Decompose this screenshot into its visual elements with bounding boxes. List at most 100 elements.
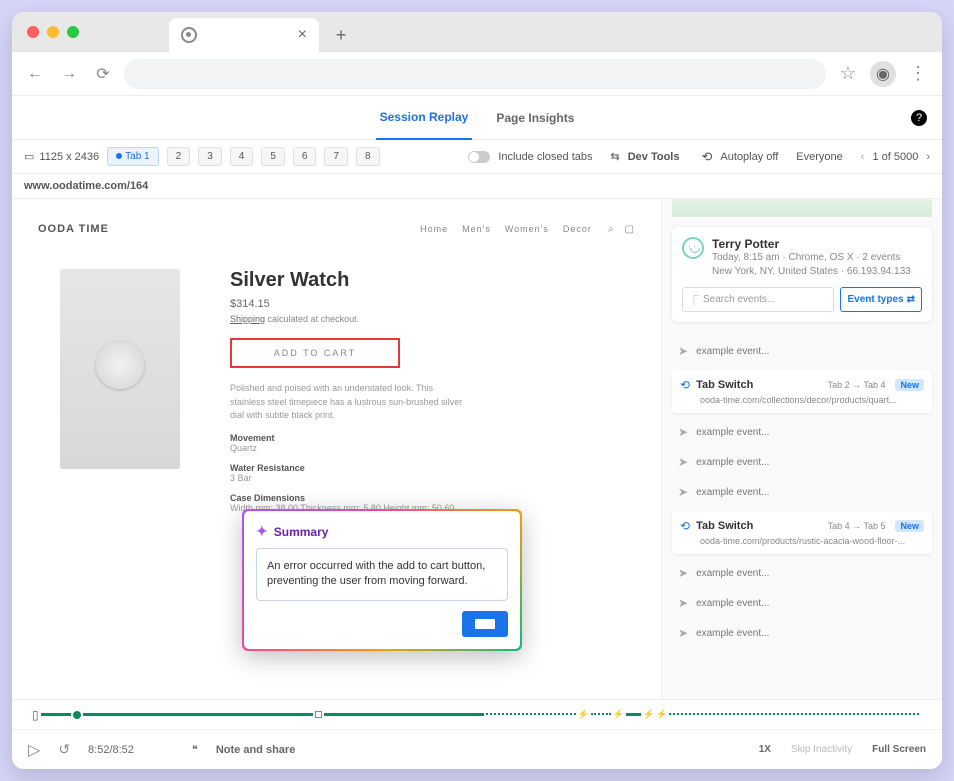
- event-tab-switch[interactable]: ⟲ Tab Switch Tab 4 → Tab 5 New ooda-time…: [672, 511, 932, 554]
- summary-action-button[interactable]: [462, 611, 508, 637]
- tab-page-insights[interactable]: Page Insights: [492, 97, 578, 139]
- product-title: Silver Watch: [230, 269, 633, 292]
- session-tab-7[interactable]: 7: [324, 147, 348, 166]
- replay-viewport: OODA TIME Home Men's Women's Decor ⌕ ▢: [12, 199, 662, 699]
- pagination-prev-icon[interactable]: ‹: [861, 151, 865, 163]
- event-item[interactable]: ➤example event...: [672, 417, 932, 447]
- browser-tab-active[interactable]: ×: [169, 18, 319, 52]
- cursor-icon: ➤: [678, 566, 688, 580]
- tab-switch-range: Tab 2 → Tab 4: [828, 380, 886, 390]
- reload-button[interactable]: ⟳: [90, 61, 116, 87]
- url-input[interactable]: [124, 59, 826, 89]
- cursor-icon: ➤: [678, 596, 688, 610]
- event-item[interactable]: ➤example event...: [672, 618, 932, 648]
- user-name: Terry Potter: [712, 237, 911, 251]
- event-item[interactable]: ➤example event...: [672, 336, 932, 366]
- session-tab-8[interactable]: 8: [356, 147, 380, 166]
- store-nav-mens[interactable]: Men's: [462, 224, 491, 234]
- swap-icon: ⟲: [680, 378, 690, 392]
- summary-title-text: Summary: [274, 525, 329, 539]
- play-button[interactable]: ▷: [28, 740, 40, 760]
- timeline[interactable]: ▯ ⚡ ⚡ ⚡ ⚡: [12, 699, 942, 729]
- session-tab-6[interactable]: 6: [293, 147, 317, 166]
- sliders-icon: ⇄: [907, 294, 915, 305]
- profile-avatar-icon[interactable]: ◉: [870, 61, 896, 87]
- spec-case-label: Case Dimensions: [230, 493, 633, 503]
- dev-tools-button[interactable]: Dev Tools: [628, 151, 680, 163]
- user-meta-1: Today, 8:15 am · Chrome, OS X · 2 events: [712, 251, 911, 265]
- close-window-button[interactable]: [27, 26, 39, 38]
- back-button[interactable]: ←: [22, 61, 48, 87]
- viewport-dimensions: ▭ 1125 x 2436: [24, 150, 99, 163]
- forward-button[interactable]: →: [56, 61, 82, 87]
- bookmark-icon[interactable]: ☆: [834, 63, 862, 84]
- store-nav-home[interactable]: Home: [420, 224, 448, 234]
- main-nav-tabs: Session Replay Page Insights ?: [12, 96, 942, 140]
- user-card: Terry Potter Today, 8:15 am · Chrome, OS…: [672, 227, 932, 322]
- event-types-button[interactable]: Event types⇄: [840, 287, 922, 312]
- user-meta-2: New York, NY, United States · 66.193.94.…: [712, 265, 911, 279]
- bolt-icon: ⚡: [613, 709, 624, 720]
- pagination-next-icon[interactable]: ›: [926, 151, 930, 163]
- event-item[interactable]: ➤example event...: [672, 477, 932, 507]
- new-tab-button[interactable]: +: [327, 21, 355, 49]
- help-icon[interactable]: ?: [911, 110, 927, 126]
- summary-body: An error occurred with the add to cart b…: [256, 548, 508, 601]
- event-marker[interactable]: [315, 711, 322, 718]
- session-tab-1[interactable]: Tab 1: [107, 147, 158, 166]
- events-sidebar: Terry Potter Today, 8:15 am · Chrome, OS…: [662, 199, 942, 699]
- playback-time: 8:52/8:52: [88, 744, 134, 756]
- add-to-cart-button[interactable]: ADD TO CART: [230, 338, 400, 368]
- autoplay-toggle[interactable]: Autoplay off: [720, 151, 778, 163]
- spec-water-label: Water Resistance: [230, 463, 633, 473]
- event-url: ooda-time.com/collections/decor/products…: [700, 395, 924, 405]
- rewind-button[interactable]: ↺: [58, 741, 70, 758]
- session-tab-5[interactable]: 5: [261, 147, 285, 166]
- store-search-icon[interactable]: ⌕: [608, 224, 615, 235]
- chrome-icon: [181, 27, 197, 43]
- search-events-input[interactable]: ⎾ Search events...: [682, 287, 834, 312]
- browser-menu-icon[interactable]: ⋮: [904, 63, 932, 84]
- event-list: ➤example event... ⟲ Tab Switch Tab 2 → T…: [662, 332, 942, 652]
- page-marker-icon: ▯: [32, 708, 39, 722]
- close-tab-icon[interactable]: ×: [298, 26, 307, 44]
- tab-session-replay[interactable]: Session Replay: [376, 96, 473, 140]
- bolt-icon: ⚡: [578, 709, 589, 720]
- browser-tabs: × +: [169, 12, 355, 52]
- include-closed-tabs-toggle[interactable]: [468, 151, 490, 163]
- sparkle-icon: ✦: [256, 523, 268, 540]
- product-image: [60, 269, 180, 469]
- session-tab-3[interactable]: 3: [198, 147, 222, 166]
- cursor-icon: ➤: [678, 455, 688, 469]
- cursor-icon: ➤: [678, 425, 688, 439]
- note-share-button[interactable]: Note and share: [216, 744, 295, 756]
- playback-speed[interactable]: 1X: [759, 744, 771, 755]
- session-tab-2[interactable]: 2: [167, 147, 191, 166]
- skip-inactivity-button[interactable]: Skip Inactivity: [791, 744, 852, 755]
- audience-filter[interactable]: Everyone: [796, 151, 842, 163]
- event-title: Tab Switch: [696, 379, 753, 391]
- store-nav-womens[interactable]: Women's: [505, 224, 549, 234]
- store-cart-icon[interactable]: ▢: [625, 224, 635, 235]
- autoplay-icon: [701, 149, 712, 165]
- store-nav: Home Men's Women's Decor: [420, 224, 592, 234]
- event-item[interactable]: ➤example event...: [672, 447, 932, 477]
- session-tab-4[interactable]: 4: [230, 147, 254, 166]
- event-item[interactable]: ➤example event...: [672, 558, 932, 588]
- maximize-window-button[interactable]: [67, 26, 79, 38]
- fullscreen-button[interactable]: Full Screen: [872, 744, 926, 755]
- event-item[interactable]: ➤example event...: [672, 588, 932, 618]
- minimize-window-button[interactable]: [47, 26, 59, 38]
- spec-movement-value: Quartz: [230, 443, 633, 453]
- new-badge: New: [895, 379, 924, 391]
- quote-icon: ❝: [192, 743, 198, 756]
- product-description: Polished and poised with an understated …: [230, 382, 470, 423]
- store-nav-decor[interactable]: Decor: [563, 224, 592, 234]
- playhead[interactable]: [73, 711, 81, 719]
- session-toolbar: ▭ 1125 x 2436 Tab 1 2 3 4 5 6 7 8 Includ…: [12, 140, 942, 174]
- cursor-icon: ➤: [678, 626, 688, 640]
- store-header: OODA TIME Home Men's Women's Decor ⌕ ▢: [30, 217, 643, 249]
- swap-icon: ⟲: [680, 519, 690, 533]
- event-tab-switch[interactable]: ⟲ Tab Switch Tab 2 → Tab 4 New ooda-time…: [672, 370, 932, 413]
- address-bar: ← → ⟳ ☆ ◉ ⋮: [12, 52, 942, 96]
